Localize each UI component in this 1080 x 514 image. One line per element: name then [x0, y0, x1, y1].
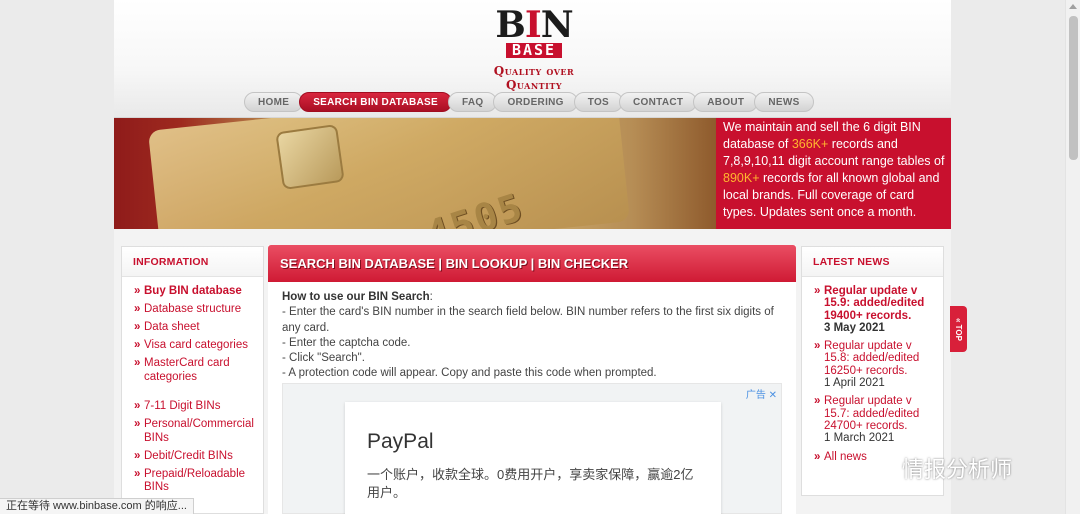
ad-banner[interactable]: 广告 ✕ PayPal 一个账户，收款全球。0费用开户，享卖家保障，赢逾2亿用户… — [282, 383, 782, 514]
header: BIN BASE Quality over Quantity HOME SEAR… — [114, 0, 951, 118]
logo-bin: BIN — [495, 4, 573, 46]
credit-card-image — [147, 118, 631, 229]
news-link[interactable]: Regular update v 15.9: added/edited 1940… — [824, 285, 939, 322]
scrollbar[interactable] — [1065, 0, 1080, 514]
news-item[interactable]: Regular update v 15.9: added/edited 1940… — [814, 285, 939, 334]
banner: 5200 4505 We maintain and sell the 6 dig… — [114, 118, 951, 229]
scrollbar-thumb[interactable] — [1069, 16, 1078, 160]
nav-news[interactable]: NEWS — [754, 92, 814, 112]
ad-description: 一个账户，收款全球。0费用开户，享卖家保障，赢逾2亿用户。 — [367, 467, 694, 500]
watermark-text: 情报分析师 — [902, 457, 1013, 482]
wechat-icon — [862, 455, 897, 482]
nav-home[interactable]: HOME — [244, 92, 304, 112]
news-item[interactable]: Regular update v 15.8: added/edited 1625… — [814, 340, 939, 389]
link-visa-card-categories[interactable]: Visa card categories — [134, 339, 257, 353]
news-date: 1 March 2021 — [824, 432, 895, 445]
logo-base: BASE — [505, 43, 563, 58]
ad-card[interactable]: PayPal 一个账户，收款全球。0费用开户，享卖家保障，赢逾2亿用户。 — [345, 402, 721, 514]
banner-text: We maintain and sell the 6 digit BIN dat… — [716, 118, 951, 229]
latest-news-title: LATEST NEWS — [802, 247, 943, 277]
information-list: Buy BIN database Database structure Data… — [122, 277, 263, 495]
link-mastercard-card-categories[interactable]: MasterCard card categories — [134, 357, 257, 384]
logo-tagline: Quality over Quantity — [493, 64, 575, 92]
browser-status-bar: 正在等待 www.binbase.com 的响应... — [0, 498, 194, 514]
page: BIN BASE Quality over Quantity HOME SEAR… — [114, 0, 951, 514]
nav-contact[interactable]: CONTACT — [619, 92, 698, 112]
link-personal-commercial-bins[interactable]: Personal/Commercial BINs — [134, 418, 257, 445]
nav-ordering[interactable]: ORDERING — [493, 92, 578, 112]
main-title: SEARCH BIN DATABASE | BIN LOOKUP | BIN C… — [268, 245, 796, 282]
instruction-step: - Click "Search". — [282, 352, 365, 365]
link-buy-bin-database[interactable]: Buy BIN database — [134, 285, 257, 299]
ad-title[interactable]: PayPal — [367, 430, 699, 454]
information-panel: INFORMATION Buy BIN database Database st… — [121, 246, 264, 514]
scroll-up-arrow-icon[interactable] — [1069, 4, 1077, 9]
logo[interactable]: BIN BASE Quality over Quantity — [464, 4, 604, 92]
link-debit-credit-bins[interactable]: Debit/Credit BINs — [134, 450, 257, 464]
news-link[interactable]: Regular update v 15.7: added/edited 2470… — [824, 395, 939, 432]
nav-faq[interactable]: FAQ — [447, 92, 498, 112]
link-prepaid-reloadable-bins[interactable]: Prepaid/Reloadable BINs — [134, 468, 257, 495]
instruction-step: - Enter the card's BIN number in the sea… — [282, 306, 774, 334]
main-content: SEARCH BIN DATABASE | BIN LOOKUP | BIN C… — [268, 245, 796, 514]
howto-heading: How to use our BIN Search: — [282, 291, 433, 303]
information-title: INFORMATION — [122, 247, 263, 277]
news-link[interactable]: Regular update v 15.8: added/edited 1625… — [824, 340, 939, 377]
instruction-step: - A protection code will appear. Copy an… — [282, 367, 657, 380]
instructions: How to use our BIN Search: - Enter the c… — [268, 282, 796, 382]
link-7-11-digit-bins[interactable]: 7-11 Digit BINs — [134, 400, 257, 414]
nav-search-bin-database[interactable]: SEARCH BIN DATABASE — [299, 92, 452, 112]
nav-about[interactable]: ABOUT — [693, 92, 759, 112]
link-data-sheet[interactable]: Data sheet — [134, 321, 257, 335]
news-list: Regular update v 15.9: added/edited 1940… — [802, 277, 943, 463]
main-nav: HOME SEARCH BIN DATABASE FAQ ORDERING TO… — [244, 92, 814, 112]
news-date: 1 April 2021 — [824, 377, 885, 390]
nav-tos[interactable]: TOS — [573, 92, 624, 112]
card-chip-icon — [275, 123, 345, 191]
watermark: 情报分析师 — [862, 452, 1012, 484]
news-date: 3 May 2021 — [824, 321, 885, 334]
news-item[interactable]: Regular update v 15.7: added/edited 2470… — [814, 395, 939, 444]
link-database-structure[interactable]: Database structure — [134, 303, 257, 317]
instruction-step: - Enter the captcha code. — [282, 336, 411, 349]
scroll-to-top-button[interactable]: « TOP — [950, 306, 967, 352]
ad-close-label[interactable]: 广告 ✕ — [746, 386, 777, 401]
